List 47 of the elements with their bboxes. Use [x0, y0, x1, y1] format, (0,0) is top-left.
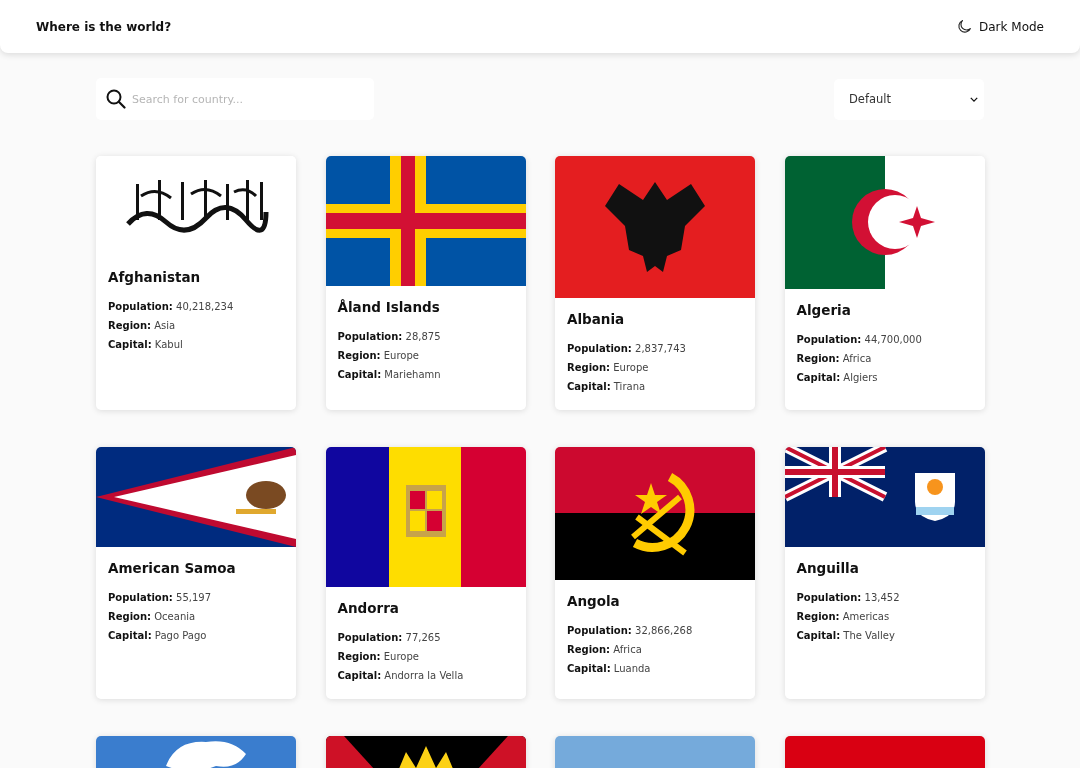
- country-name: Algeria: [796, 302, 852, 318]
- country-fact: Capital: Mariehamn: [337, 368, 442, 382]
- country-fact: Region: Africa: [796, 352, 873, 366]
- country-fact: Capital: Pago Pago: [108, 629, 208, 643]
- country-card[interactable]: Algeria Population: 44,700,000 Region: Africa Capital: Algiers: [784, 156, 985, 410]
- country-card[interactable]: Anguilla Population: 13,452 Region: Americas Capital: The Valley: [784, 447, 985, 699]
- country-fact: Capital: Kabul: [108, 338, 184, 352]
- country-fact: Population: 55,197: [108, 591, 213, 605]
- country-fact: Region: Europe: [567, 361, 650, 375]
- country-fact: Population: 32,866,268: [567, 624, 694, 638]
- country-name: Albania: [567, 311, 626, 327]
- country-fact: Region: Americas: [796, 610, 891, 624]
- country-fact: Capital: Luanda: [567, 662, 652, 676]
- country-fact: Capital: The Valley: [796, 629, 896, 643]
- country-fact: Population: 13,452: [796, 591, 901, 605]
- country-fact: Region: Africa: [567, 643, 643, 657]
- country-name: Andorra: [337, 600, 400, 616]
- site-title: Where is the world?: [36, 19, 172, 34]
- country-fact: Capital: Algiers: [796, 371, 879, 385]
- country-card[interactable]: Albania Population: 2,837,743 Region: Europe Capital: Tirana: [555, 156, 755, 410]
- search-icon: [106, 89, 126, 109]
- country-card[interactable]: Afghanistan Population: 40,218,234 Region: Asia Capital: Kabul: [96, 156, 296, 410]
- country-name: Angola: [567, 593, 621, 609]
- country-fact: Population: 28,875: [337, 330, 442, 344]
- moon-icon: [957, 19, 972, 34]
- dark-mode-toggle[interactable]: Dark Mode: [957, 17, 1044, 36]
- country-name: American Samoa: [108, 560, 237, 576]
- country-name: Afghanistan: [108, 269, 202, 285]
- country-fact: Population: 44,700,000: [796, 333, 923, 347]
- chevron-icon: [970, 96, 978, 102]
- region-dropdown[interactable]: Default: [834, 78, 984, 120]
- country-fact: Region: Europe: [337, 349, 420, 363]
- country-fact: Capital: Andorra la Vella: [337, 669, 465, 683]
- country-fact: Region: Asia: [108, 319, 177, 333]
- country-fact: Capital: Tirana: [567, 380, 647, 394]
- country-name: Åland Islands: [337, 299, 441, 315]
- country-fact: Region: Europe: [337, 650, 420, 664]
- search-field[interactable]: Search for country...: [96, 78, 374, 120]
- country-fact: Population: 2,837,743: [567, 342, 687, 356]
- country-fact: Region: Oceania: [108, 610, 197, 624]
- country-fact: Population: 77,265: [337, 631, 442, 645]
- country-card[interactable]: Åland Islands Population: 28,875 Region: Europe Capital: Mariehamn: [325, 156, 526, 410]
- country-card[interactable]: Angola Population: 32,866,268 Region: Africa Capital: Luanda: [555, 447, 755, 699]
- country-fact: Population: 40,218,234: [108, 300, 235, 314]
- country-card[interactable]: Andorra Population: 77,265 Region: Europe Capital: Andorra la Vella: [325, 447, 526, 699]
- country-name: Anguilla: [796, 560, 860, 576]
- country-card[interactable]: American Samoa Population: 55,197 Region: Oceania Capital: Pago Pago: [96, 447, 296, 699]
